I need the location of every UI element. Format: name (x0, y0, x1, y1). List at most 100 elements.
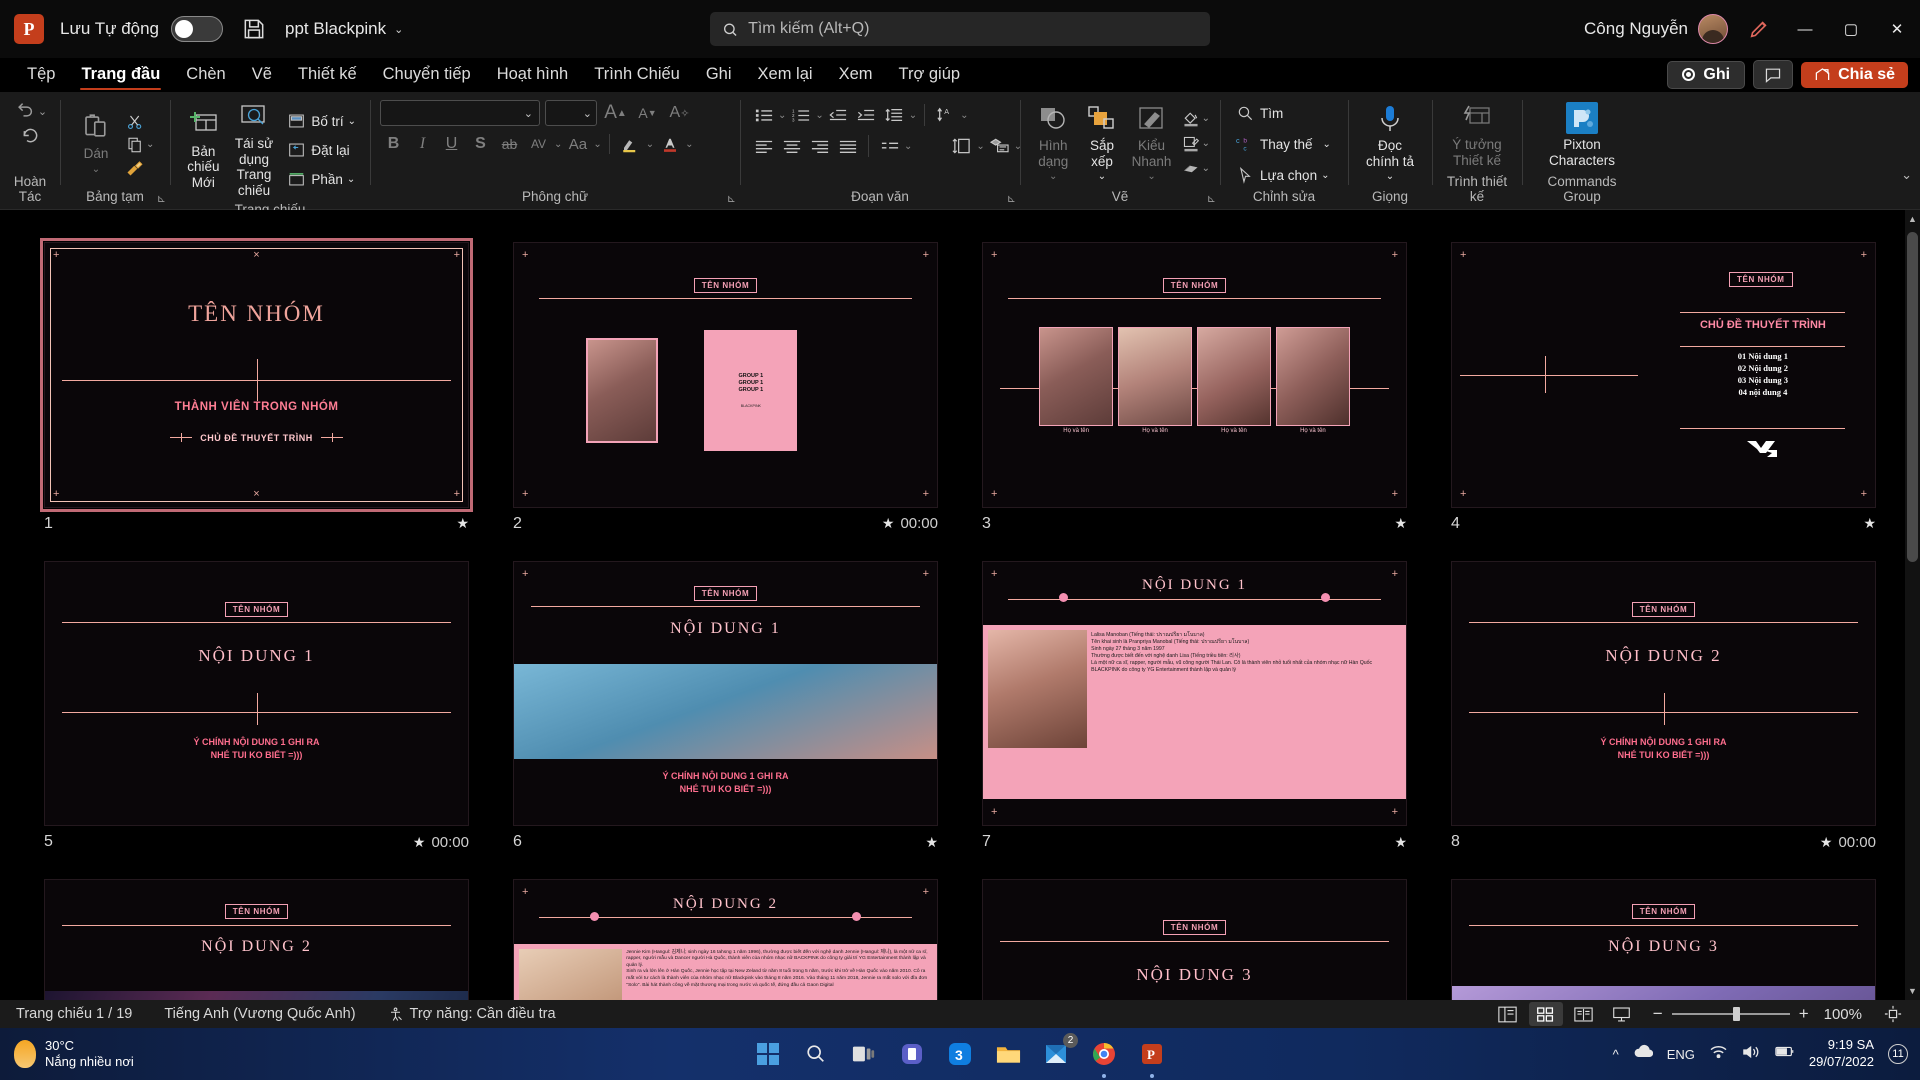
decrease-indent-icon[interactable] (825, 102, 852, 128)
design-ideas-button[interactable]: Ý tưởng Thiết kế (1442, 97, 1512, 172)
layout-dropdown-icon[interactable]: ⌄ (348, 116, 356, 127)
clear-formatting-icon[interactable]: A ✧ (666, 100, 693, 126)
convert-smartart-icon[interactable] (986, 133, 1013, 159)
line-spacing-icon[interactable] (881, 102, 908, 128)
slide-count-label[interactable]: Trang chiếu 1 / 19 (0, 1006, 148, 1022)
font-size-input[interactable]: ⌄ (545, 100, 597, 126)
normal-view-button[interactable] (1491, 1002, 1525, 1026)
zoom-knob[interactable] (1732, 1007, 1740, 1021)
tab-xem[interactable]: Xem (826, 62, 886, 92)
wifi-icon[interactable] (1709, 1044, 1728, 1064)
select-button[interactable]: Lựa chọn ⌄ (1230, 162, 1333, 188)
columns-icon[interactable] (876, 133, 903, 159)
shadow-icon[interactable]: S (467, 131, 494, 157)
battery-icon[interactable] (1775, 1045, 1795, 1063)
tab-tep[interactable]: Tệp (14, 62, 68, 92)
text-direction-dropdown-icon[interactable]: ⌄ (960, 110, 968, 121)
bold-icon[interactable]: B (380, 131, 407, 157)
font-name-input[interactable]: ⌄ (380, 100, 540, 126)
redo-icon[interactable] (19, 124, 41, 146)
shape-fill-dropdown-icon[interactable]: ⌄ (1202, 113, 1210, 124)
document-name[interactable]: ppt Blackpink ⌄ (285, 19, 403, 39)
align-text-icon[interactable] (948, 133, 975, 159)
text-highlight-icon[interactable] (617, 131, 644, 157)
file-explorer-icon[interactable] (993, 1039, 1023, 1069)
mail-icon[interactable]: 2 (1041, 1033, 1078, 1069)
task-view-icon[interactable] (849, 1039, 879, 1069)
dictate-button[interactable]: Đọc chính tả ⌄ (1358, 98, 1422, 187)
slide-cell-2[interactable]: + + + + TÊN NHÓM GROUP 1 GROUP 1 GROUP 1… (491, 242, 960, 561)
slide-thumbnail-3[interactable]: + + + + TÊN NHÓM Họ và tên Họ và tên Họ … (982, 242, 1407, 508)
undo-icon[interactable] (13, 100, 35, 122)
tab-chuyen-tiep[interactable]: Chuyển tiếp (370, 62, 484, 92)
shapes-button[interactable]: Hình dạng ⌄ (1030, 98, 1076, 187)
copy-dropdown-icon[interactable]: ⌄ (146, 139, 154, 150)
align-text-dropdown-icon[interactable]: ⌄ (976, 141, 984, 152)
star-icon[interactable]: ★ (1394, 515, 1407, 532)
taskbar-clock[interactable]: 9:19 SA 29/07/2022 (1809, 1037, 1874, 1071)
copy-icon[interactable] (124, 134, 146, 156)
shape-outline-icon[interactable] (1180, 133, 1202, 155)
text-direction-icon[interactable]: A (932, 102, 959, 128)
dictate-dropdown-icon[interactable]: ⌄ (1386, 171, 1394, 183)
tab-hoat-hinh[interactable]: Hoạt hình (484, 62, 582, 92)
cut-scissors-icon[interactable] (124, 111, 146, 133)
font-name-dropdown-icon[interactable]: ⌄ (524, 107, 533, 120)
numbering-dropdown-icon[interactable]: ⌄ (815, 110, 823, 121)
slide-sorter-view-button[interactable] (1528, 1002, 1563, 1026)
undo-dropdown-icon[interactable]: ⌄ (38, 105, 47, 118)
increase-font-size-icon[interactable]: A ▲ (602, 100, 629, 126)
share-button[interactable]: Chia sẻ (1801, 61, 1908, 88)
zoom-slider[interactable]: − + 100% (1653, 1004, 1862, 1024)
shape-outline-dropdown-icon[interactable]: ⌄ (1202, 138, 1210, 149)
powerpoint-icon[interactable]: P (14, 14, 44, 44)
powerpoint-icon[interactable]: P (1137, 1039, 1167, 1078)
comments-button[interactable] (1753, 60, 1794, 89)
columns-dropdown-icon[interactable]: ⌄ (904, 141, 912, 152)
language-label[interactable]: Tiếng Anh (Vương Quốc Anh) (148, 1006, 371, 1022)
notification-badge[interactable]: 11 (1888, 1044, 1908, 1064)
bullets-dropdown-icon[interactable]: ⌄ (778, 110, 786, 121)
paste-dropdown-icon[interactable]: ⌄ (92, 164, 100, 176)
paste-button[interactable]: Dán ⌄ (70, 106, 122, 179)
slide-cell-4[interactable]: + + + + TÊN NHÓM CHỦ ĐỀ THUYẾT TRÌNH 01 … (1429, 242, 1898, 561)
tab-tro-giup[interactable]: Trợ giúp (886, 62, 974, 92)
justify-icon[interactable] (834, 133, 861, 159)
star-icon[interactable]: ★ (456, 515, 469, 532)
layout-button[interactable]: Bố trí ⌄ (281, 108, 360, 134)
slide-thumbnail-6[interactable]: + + TÊN NHÓM NỘI DUNG 1 Ý CHÍNH NỘI DUNG… (513, 560, 938, 827)
slide-cell-9[interactable]: TÊN NHÓM NỘI DUNG 2 9 (22, 879, 491, 1000)
align-center-icon[interactable] (778, 133, 805, 159)
shape-effects-icon[interactable] (1180, 158, 1202, 180)
section-button[interactable]: Phần ⌄ (281, 166, 360, 192)
shape-fill-icon[interactable] (1180, 108, 1202, 130)
paragraph-dialog-launcher[interactable]: ⊾ (1007, 192, 1016, 205)
decrease-font-size-icon[interactable]: A ▼ (634, 100, 661, 126)
collapse-ribbon-icon[interactable]: ⌄ (1901, 167, 1912, 183)
slide-thumbnail-9[interactable]: TÊN NHÓM NỘI DUNG 2 (44, 879, 469, 1000)
align-right-icon[interactable] (806, 133, 833, 159)
show-hidden-icons-button[interactable]: ^ (1613, 1047, 1619, 1062)
text-highlight-dropdown-icon[interactable]: ⌄ (646, 139, 654, 150)
avatar[interactable] (1698, 14, 1728, 44)
star-icon[interactable]: ★ (1820, 834, 1833, 851)
new-slide-button[interactable]: Bản chiếu Mới (180, 104, 227, 195)
language-indicator[interactable]: ENG (1667, 1047, 1695, 1062)
increase-indent-icon[interactable] (853, 102, 880, 128)
reset-button[interactable]: Đặt lại (281, 137, 360, 163)
font-size-dropdown-icon[interactable]: ⌄ (583, 107, 592, 120)
tab-trinh-chieu[interactable]: Trình Chiếu (581, 62, 693, 92)
slide-cell-6[interactable]: + + TÊN NHÓM NỘI DUNG 1 Ý CHÍNH NỘI DUNG… (491, 560, 960, 880)
tab-chen[interactable]: Chèn (173, 62, 238, 92)
scroll-down-icon[interactable]: ▼ (1905, 982, 1920, 1000)
slide-cell-8[interactable]: TÊN NHÓM NỘI DUNG 2 Ý CHÍNH NỘI DUNG 1 G… (1429, 560, 1898, 880)
slide-thumbnail-8[interactable]: TÊN NHÓM NỘI DUNG 2 Ý CHÍNH NỘI DUNG 1 G… (1451, 560, 1876, 827)
slide-thumbnail-1[interactable]: + × + + × + TÊN NHÓM THÀNH VIÊN TRONG NH… (40, 238, 473, 512)
slide-thumbnail-2[interactable]: + + + + TÊN NHÓM GROUP 1 GROUP 1 GROUP 1… (513, 242, 938, 508)
slide-cell-1[interactable]: + × + + × + TÊN NHÓM THÀNH VIÊN TRONG NH… (22, 238, 491, 561)
slide-thumbnail-4[interactable]: + + + + TÊN NHÓM CHỦ ĐỀ THUYẾT TRÌNH 01 … (1451, 242, 1876, 508)
font-dialog-launcher[interactable]: ⊾ (727, 192, 736, 205)
shapes-dropdown-icon[interactable]: ⌄ (1049, 171, 1057, 183)
drawing-dialog-launcher[interactable]: ⊾ (1207, 192, 1216, 205)
zoom-track[interactable] (1671, 1007, 1790, 1021)
